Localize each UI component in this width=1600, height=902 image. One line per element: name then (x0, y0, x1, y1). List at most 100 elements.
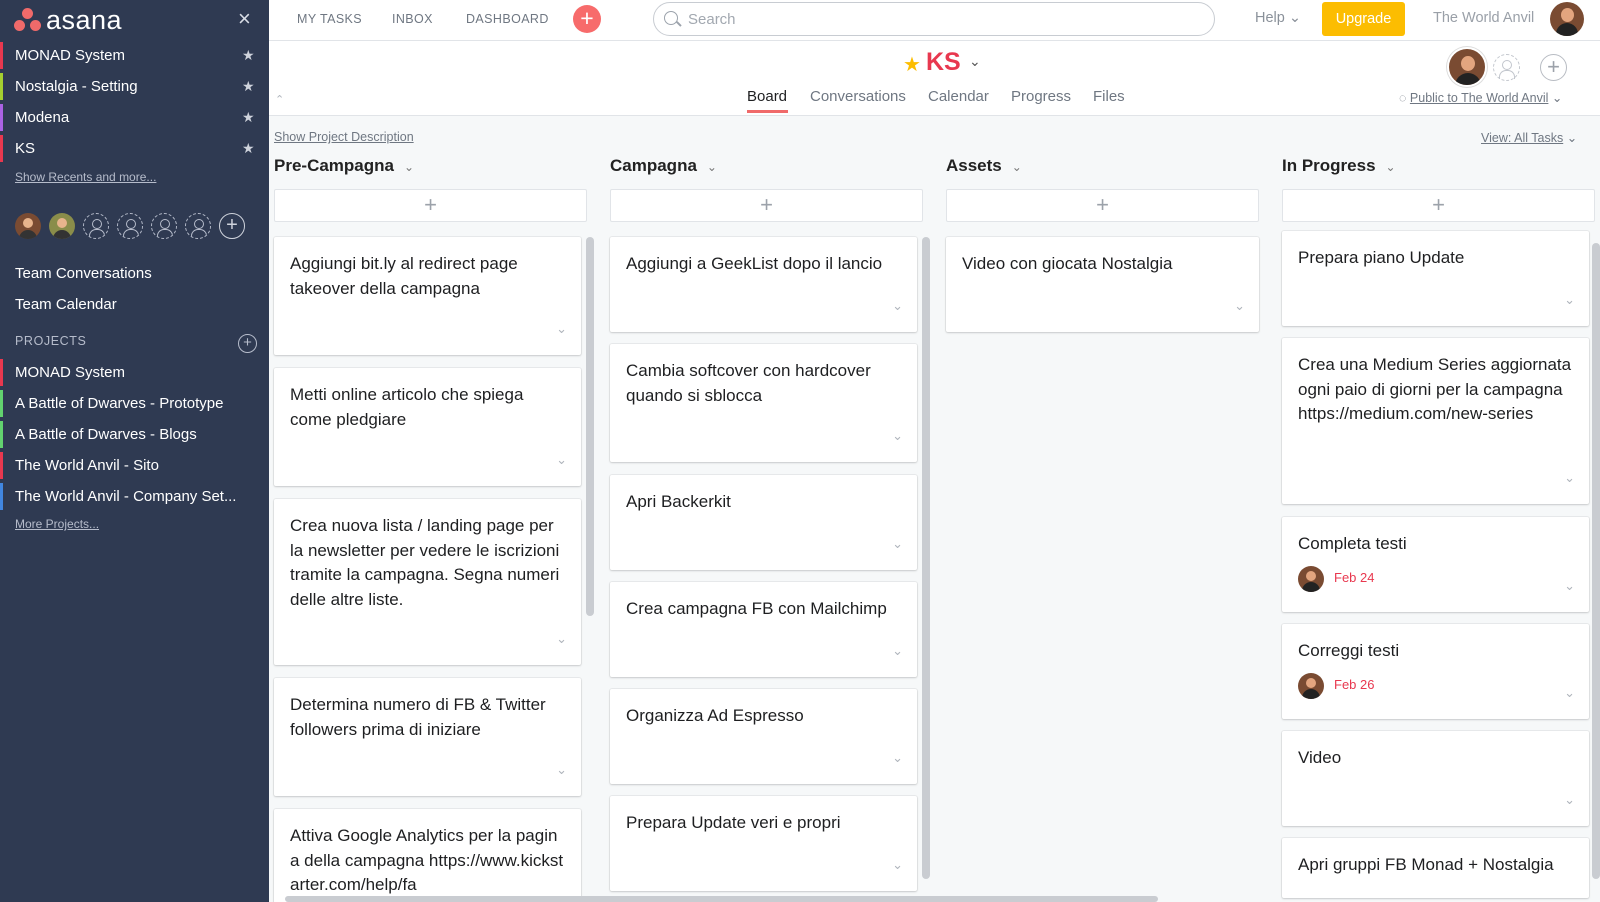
favorite-item-ks[interactable]: KS ★ (0, 133, 269, 164)
tab-progress[interactable]: Progress (1011, 88, 1071, 105)
project-item-dwarves-prototype[interactable]: A Battle of Dwarves - Prototype (0, 388, 269, 419)
favorite-star-icon[interactable]: ★ (242, 71, 255, 102)
add-task-button[interactable]: + (610, 189, 923, 222)
empty-member-icon[interactable] (151, 213, 177, 239)
project-item-monad-system[interactable]: MONAD System (0, 357, 269, 388)
project-item-world-anvil-company[interactable]: The World Anvil - Company Set... (0, 481, 269, 512)
column-menu-chevron-icon[interactable]: ⌄ (707, 160, 717, 174)
task-card[interactable]: Attiva Google Analytics per la pagina de… (274, 809, 581, 902)
task-card[interactable]: Determina numero di FB & Twitter followe… (274, 678, 581, 796)
close-sidebar-icon[interactable]: × (238, 8, 251, 30)
upgrade-button[interactable]: Upgrade (1322, 2, 1405, 36)
task-card[interactable]: Crea campagna FB con Mailchimp ⌄ (610, 582, 917, 677)
task-card[interactable]: Metti online articolo che spiega come pl… (274, 368, 581, 486)
search-input[interactable] (688, 9, 1188, 29)
show-project-description-link[interactable]: Show Project Description (274, 130, 414, 144)
task-card[interactable]: Apri Backerkit ⌄ (610, 475, 917, 570)
empty-member-icon[interactable] (1493, 54, 1520, 81)
favorite-item-nostalgia-setting[interactable]: Nostalgia - Setting ★ (0, 71, 269, 102)
column-title[interactable]: Campagna ⌄ (610, 156, 717, 176)
nav-dashboard[interactable]: DASHBOARD (466, 12, 549, 26)
column-scrollbar[interactable] (1592, 243, 1600, 879)
card-chevron-icon[interactable]: ⌄ (1234, 294, 1245, 319)
column-menu-chevron-icon[interactable]: ⌄ (1386, 160, 1396, 174)
task-card[interactable]: Crea nuova lista / landing page per la n… (274, 499, 581, 665)
user-avatar[interactable] (1550, 2, 1584, 36)
column-scrollbar[interactable] (586, 237, 594, 616)
column-title[interactable]: Pre-Campagna ⌄ (274, 156, 414, 176)
add-team-member-icon[interactable]: + (219, 213, 245, 239)
assignee-avatar[interactable] (1298, 672, 1324, 699)
card-chevron-icon[interactable]: ⌄ (556, 448, 567, 473)
add-task-button[interactable]: + (1282, 189, 1595, 222)
task-card[interactable]: Aggiungi bit.ly al redirect page takeove… (274, 237, 581, 355)
asana-logo[interactable]: asana (14, 5, 122, 35)
task-card[interactable]: Aggiungi a GeekList dopo il lancio ⌄ (610, 237, 917, 332)
task-card[interactable]: Apri gruppi FB Monad + Nostalgia (1282, 838, 1589, 898)
tab-calendar[interactable]: Calendar (928, 88, 989, 105)
team-conversations-link[interactable]: Team Conversations (0, 258, 269, 289)
collapse-header-icon[interactable]: ⌃ (275, 93, 284, 106)
project-menu-chevron-icon[interactable]: ⌄ (969, 53, 981, 70)
task-card[interactable]: Organizza Ad Espresso ⌄ (610, 689, 917, 784)
card-chevron-icon[interactable]: ⌄ (892, 746, 903, 771)
tab-board[interactable]: Board (747, 88, 787, 105)
empty-member-icon[interactable] (185, 213, 211, 239)
team-member-avatar[interactable] (15, 213, 41, 239)
team-member-avatar[interactable] (49, 213, 75, 239)
task-card[interactable]: Video con giocata Nostalgia ⌄ (946, 237, 1259, 332)
favorite-star-icon[interactable]: ★ (242, 40, 255, 71)
card-chevron-icon[interactable]: ⌄ (556, 758, 567, 783)
show-recents-link[interactable]: Show Recents and more... (15, 170, 156, 184)
task-card[interactable]: Video ⌄ (1282, 731, 1589, 826)
project-item-dwarves-blogs[interactable]: A Battle of Dwarves - Blogs (0, 419, 269, 450)
project-title[interactable]: KS (926, 48, 961, 77)
card-chevron-icon[interactable]: ⌄ (892, 294, 903, 319)
card-chevron-icon[interactable]: ⌄ (892, 532, 903, 557)
card-chevron-icon[interactable]: ⌄ (892, 853, 903, 878)
organization-switcher[interactable]: The World Anvil (1433, 10, 1534, 26)
quick-add-button[interactable]: + (573, 5, 601, 33)
task-card[interactable]: Crea una Medium Series aggiornata ogni p… (1282, 338, 1589, 504)
empty-member-icon[interactable] (117, 213, 143, 239)
task-card[interactable]: Cambia softcover con hardcover quando si… (610, 344, 917, 462)
view-filter-menu[interactable]: View: All Tasks ⌄ (1481, 130, 1577, 145)
more-projects-link[interactable]: More Projects... (15, 517, 99, 531)
privacy-setting[interactable]: ◌ Public to The World Anvil ⌄ (1399, 90, 1562, 105)
add-task-button[interactable]: + (946, 189, 1259, 222)
board-horizontal-scrollbar[interactable] (285, 896, 1158, 902)
team-calendar-link[interactable]: Team Calendar (0, 289, 269, 320)
card-chevron-icon[interactable]: ⌄ (1564, 574, 1575, 599)
task-card[interactable]: Prepara Update veri e propri ⌄ (610, 796, 917, 891)
card-chevron-icon[interactable]: ⌄ (1564, 288, 1575, 313)
column-menu-chevron-icon[interactable]: ⌄ (404, 160, 414, 174)
card-chevron-icon[interactable]: ⌄ (556, 627, 567, 652)
favorite-item-modena[interactable]: Modena ★ (0, 102, 269, 133)
column-menu-chevron-icon[interactable]: ⌄ (1012, 160, 1022, 174)
card-chevron-icon[interactable]: ⌄ (892, 424, 903, 449)
nav-my-tasks[interactable]: MY TASKS (297, 12, 362, 26)
add-project-member-icon[interactable]: + (1540, 54, 1567, 81)
assignee-avatar[interactable] (1298, 565, 1324, 592)
project-favorite-star-icon[interactable]: ★ (903, 52, 921, 77)
card-chevron-icon[interactable]: ⌄ (1564, 466, 1575, 491)
column-title[interactable]: In Progress ⌄ (1282, 156, 1396, 176)
project-item-world-anvil-sito[interactable]: The World Anvil - Sito (0, 450, 269, 481)
task-card[interactable]: Correggi testi Feb 26 ⌄ (1282, 624, 1589, 719)
empty-member-icon[interactable] (83, 213, 109, 239)
favorite-item-monad-system[interactable]: MONAD System ★ (0, 40, 269, 71)
card-chevron-icon[interactable]: ⌄ (892, 639, 903, 664)
column-title[interactable]: Assets ⌄ (946, 156, 1022, 176)
card-chevron-icon[interactable]: ⌄ (1564, 681, 1575, 706)
project-member-avatar[interactable] (1447, 47, 1487, 87)
nav-inbox[interactable]: INBOX (392, 12, 433, 26)
task-card[interactable]: Completa testi Feb 24 ⌄ (1282, 517, 1589, 612)
favorite-star-icon[interactable]: ★ (242, 133, 255, 164)
column-scrollbar[interactable] (922, 237, 930, 879)
due-date[interactable]: Feb 26 (1334, 673, 1374, 698)
favorite-star-icon[interactable]: ★ (242, 102, 255, 133)
tab-conversations[interactable]: Conversations (810, 88, 906, 105)
card-chevron-icon[interactable]: ⌄ (556, 317, 567, 342)
add-project-icon[interactable]: + (238, 334, 257, 353)
help-menu[interactable]: Help ⌄ (1255, 10, 1301, 26)
